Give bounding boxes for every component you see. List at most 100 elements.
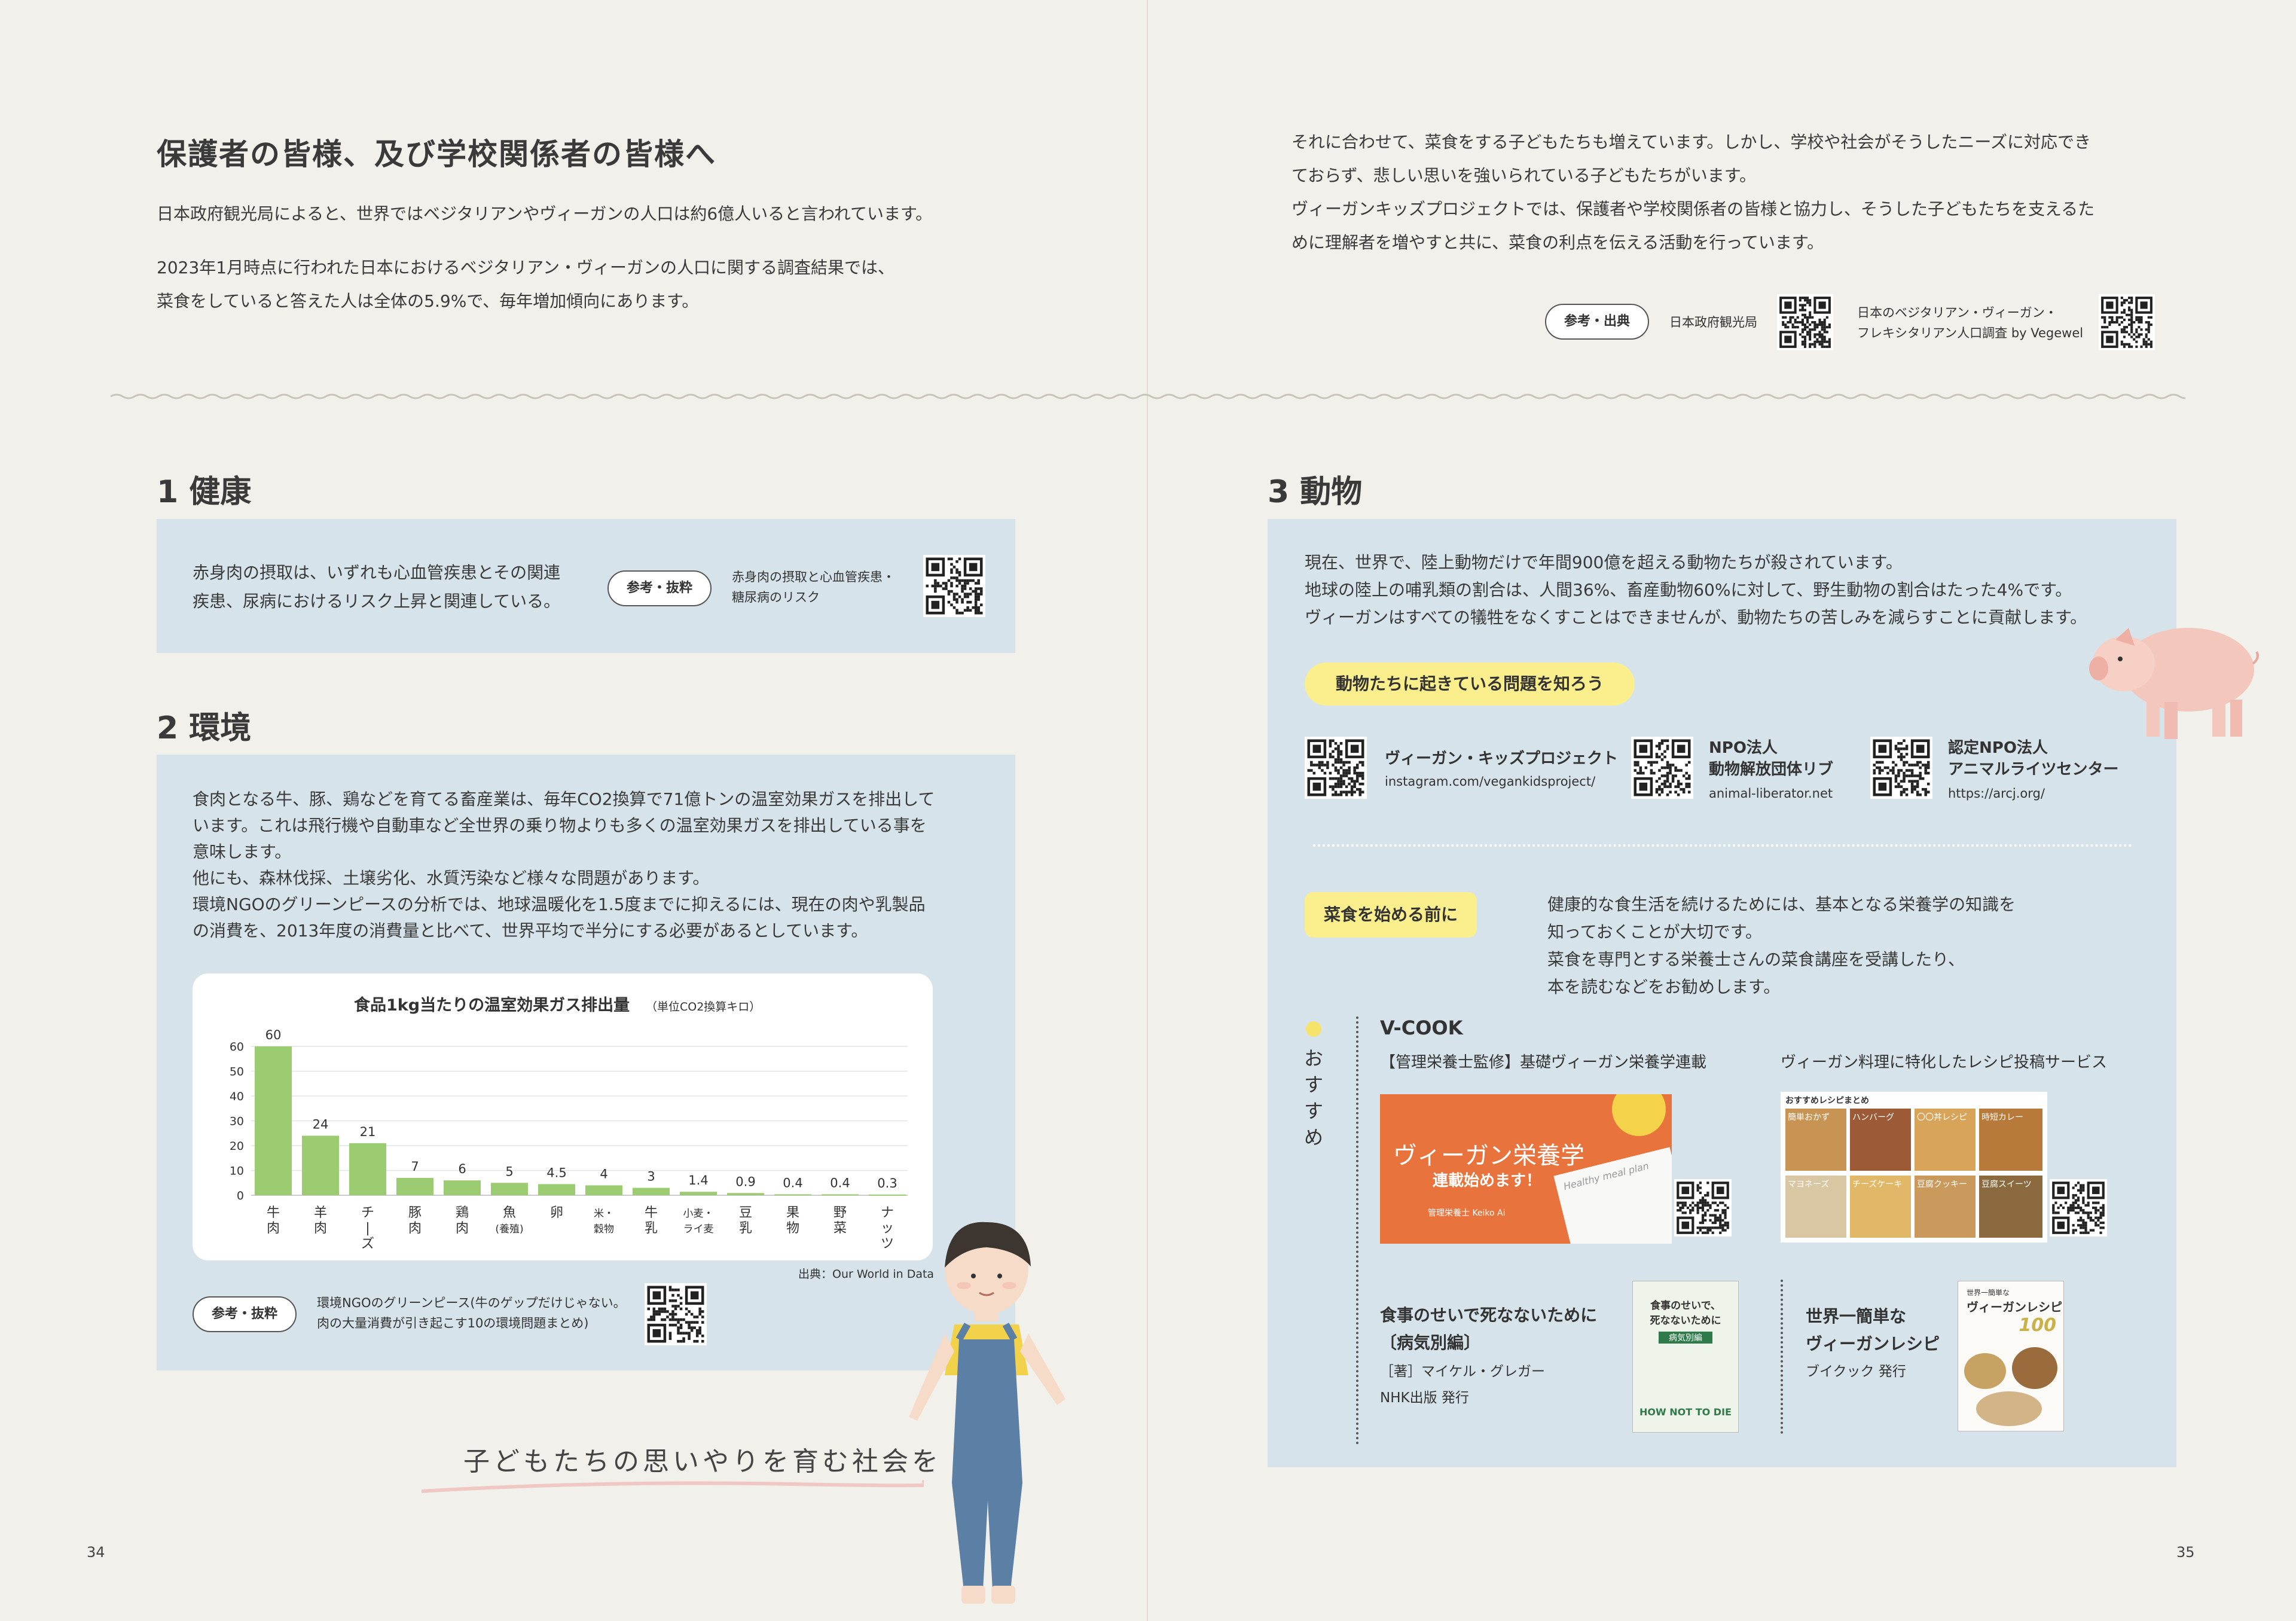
qr-pattern (2101, 297, 2152, 348)
reference-pill: 参考・抜粋 (607, 570, 712, 606)
x-tick-label: 肉 (456, 1221, 469, 1236)
qr-code[interactable] (1777, 294, 1833, 350)
org-2-url[interactable]: animal-liberator.net (1709, 783, 1833, 804)
qr-code[interactable] (1631, 737, 1693, 799)
right-intro-3: ヴィーガンキッズプロジェクトでは、保護者や学校関係者の皆様と協力し、そうした子ど… (1292, 199, 2095, 219)
book-2-publisher: ブイクック 発行 (1806, 1364, 1906, 1379)
food-photo (2012, 1347, 2057, 1389)
food-photo (1976, 1391, 2042, 1426)
bar (680, 1192, 717, 1195)
food-photo (1964, 1353, 2006, 1389)
recipe-photo: 豆腐クッキー (1915, 1176, 1976, 1238)
x-tick-label: (養殖) (495, 1223, 523, 1235)
y-tick-label: 60 (230, 1040, 244, 1054)
recipe-tag: 豆腐スイーツ (1981, 1180, 2032, 1189)
y-tick-label: 40 (230, 1090, 244, 1103)
osusume-char: す (1303, 1073, 1323, 1096)
section-3-text-1: 現在、世界で、陸上動物だけで年間900億を超える動物たちが殺されています。 (1305, 552, 1903, 572)
bar-value-label: 21 (360, 1125, 376, 1139)
bar (727, 1193, 764, 1195)
dotted-vertical-line (1781, 1280, 1783, 1434)
x-tick-label: ナ (881, 1205, 894, 1220)
recipe-collage[interactable]: おすすめレシピまとめ 簡単おかず ハンバーグ 〇〇丼レシピ 時短カレー マヨネー… (1781, 1092, 2047, 1243)
recipe-tag: 時短カレー (1981, 1113, 2023, 1122)
right-intro-2: ておらず、悲しい思いを強いられている子どもたちがいます。 (1292, 166, 1757, 185)
recipe-photo: 〇〇丼レシピ (1915, 1109, 1976, 1171)
bar (822, 1194, 859, 1196)
qr-code[interactable] (1870, 737, 1932, 799)
book-1-cover[interactable]: 食事のせいで、 死なないために 病気別編 HOW NOT TO DIE (1632, 1281, 1739, 1433)
bar-value-label: 1.4 (688, 1173, 708, 1187)
recipe-photo: 時短カレー (1979, 1109, 2042, 1171)
section-2-line: 食肉となる牛、豚、鶏などを育てる畜産業は、毎年CO2換算で71億トンの温室効果ガ… (193, 789, 935, 809)
x-tick-label: チ (361, 1205, 374, 1220)
tagline: 子どもたちの思いやりを育む社会を (463, 1446, 942, 1477)
book-2-cover[interactable]: 世界一簡単な ヴィーガンレシピ 100 (1958, 1281, 2064, 1431)
section-1-ref-2: 糖尿病のリスク (732, 590, 820, 605)
reference-b-1: 日本のベジタリアン・ヴィーガン・ (1857, 306, 2057, 320)
wavy-divider (111, 393, 2185, 399)
qr-code[interactable] (923, 555, 985, 617)
section-2-line: 他にも、森林伐採、土壌劣化、水質汚染など様々な問題があります。 (193, 868, 710, 888)
qr-pattern (1634, 739, 1691, 796)
reference-b-2: フレキシタリアン人口調査 by Vegewel (1857, 326, 2084, 340)
section-3-number: 3 (1268, 474, 1290, 510)
x-tick-label: 野 (833, 1205, 847, 1220)
page-spine (1147, 0, 1148, 1621)
vegan-nutrition-banner[interactable]: ヴィーガン栄養学 連載始めます！ 管理栄養士 Keiko Ai Healthy … (1380, 1094, 1672, 1244)
book-2-cover-number: 100 (2019, 1315, 2056, 1336)
x-tick-label: ッ (881, 1221, 894, 1236)
intro-paragraph-2a: 2023年1月時点に行われた日本におけるベジタリアン・ヴィーガンの人口に関する調… (157, 258, 894, 277)
recipe-photo: 豆腐スイーツ (1979, 1176, 2042, 1238)
before-text-4: 本を読むなどをお勧めします。 (1547, 977, 1781, 997)
osusume-char: お (1303, 1047, 1323, 1070)
qr-code[interactable] (2099, 294, 2155, 350)
qr-code[interactable] (1674, 1179, 1732, 1237)
book-1-publisher: NHK出版 発行 (1380, 1390, 1469, 1406)
bar-value-label: 4.5 (546, 1165, 566, 1180)
org-3-name-1: 認定NPO法人 (1948, 739, 2048, 757)
recipe-photo: 簡単おかず (1785, 1109, 1846, 1171)
bar-value-label: 0.4 (783, 1176, 802, 1190)
book-1-subtitle: 〔病気別編〕 (1380, 1333, 1481, 1353)
y-tick-label: 10 (230, 1165, 244, 1178)
book-2-title-1: 世界一簡単な (1806, 1306, 1907, 1326)
qr-pattern (1307, 739, 1364, 796)
x-tick-label: 肉 (314, 1221, 327, 1236)
qr-code[interactable] (2050, 1179, 2107, 1237)
page-number-left: 34 (87, 1544, 105, 1561)
yellow-dot (1306, 1021, 1321, 1037)
section-1-ref-1: 赤身肉の摂取と心血管疾患・ (732, 570, 895, 584)
qr-code[interactable] (645, 1283, 707, 1345)
bar-value-label: 24 (313, 1117, 329, 1131)
reference-pill: 参考・抜粋 (193, 1296, 297, 1332)
section-2-line: います。これは飛行機や自動車など全世界の乗り物よりも多くの温室効果ガスを排出して… (193, 816, 927, 835)
osusume-vertical-label: お す す め (1303, 1045, 1324, 1150)
chart-card: 食品1kg当たりの温室効果ガス排出量 （単位CO2換算キロ） 0 10 20 30 40 50… (193, 973, 933, 1260)
dotted-divider (1313, 844, 2132, 847)
book-1-title: 食事のせいで死なないために (1380, 1305, 1598, 1325)
org-3-name-2: アニマルライツセンター (1948, 761, 2119, 779)
org-1-url[interactable]: instagram.com/vegankidsproject/ (1385, 771, 1595, 792)
x-tick-label: ズ (361, 1237, 374, 1251)
x-tick-label: 小麦・ (683, 1208, 714, 1220)
org-3-url[interactable]: https://arcj.org/ (1948, 783, 2045, 804)
bar-value-label: 0.3 (877, 1176, 897, 1190)
banner-subtitle: 連載始めます！ (1433, 1172, 1542, 1190)
osusume-char: め (1303, 1126, 1323, 1149)
bar-value-label: 60 (265, 1028, 282, 1042)
chart-unit: （単位CO2換算キロ） (646, 1000, 761, 1013)
qr-pattern (647, 1286, 704, 1343)
recipe-tag: 〇〇丼レシピ (1917, 1113, 1967, 1122)
intro-paragraph-2b: 菜食をしていると答えた人は全体の5.9%で、毎年増加傾向にあります。 (157, 291, 699, 311)
recipe-photo: マヨネーズ (1785, 1176, 1846, 1238)
recipe-tag: ハンバーグ (1852, 1113, 1894, 1122)
org-2-name-2: 動物解放団体リブ (1709, 761, 1834, 779)
x-tick-label: 米・ (594, 1208, 614, 1220)
before-vegan-badge: 菜食を始める前に (1305, 892, 1477, 938)
qr-pattern (2052, 1182, 2105, 1234)
x-tick-label: 菜 (833, 1221, 847, 1236)
intro-paragraph-1: 日本政府観光局によると、世界ではベジタリアンやヴィーガンの人口は約6億人いると言… (157, 204, 933, 224)
bar (444, 1180, 481, 1195)
qr-code[interactable] (1305, 737, 1367, 799)
